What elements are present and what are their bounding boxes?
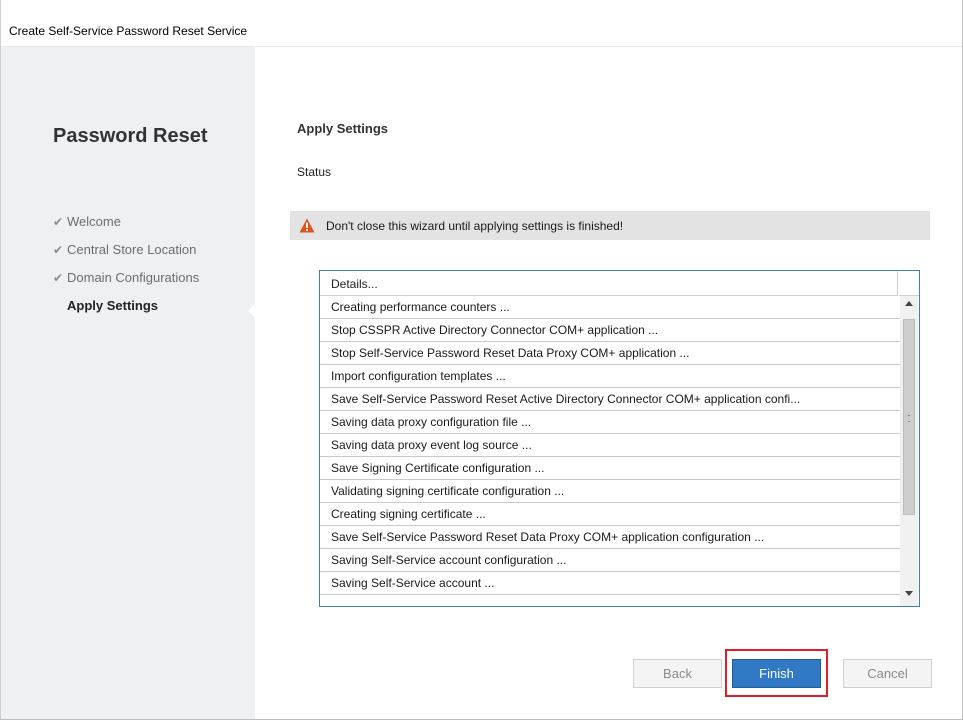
warning-banner: Don't close this wizard until applying s… <box>290 211 930 240</box>
details-header-label: Details... <box>331 277 378 291</box>
back-button[interactable]: Back <box>633 659 722 688</box>
step-label: Apply Settings <box>67 298 159 313</box>
list-item[interactable]: Validating signing certificate configura… <box>320 480 900 503</box>
checkmark-icon: ✔ <box>53 215 64 229</box>
finish-highlight-box <box>725 649 828 697</box>
list-item[interactable]: Saving Self-Service account ... <box>320 572 900 595</box>
details-list[interactable]: Details... Creating performance counters… <box>319 270 920 607</box>
list-item[interactable]: Creating performance counters ... <box>320 296 900 319</box>
title-bar: Create Self-Service Password Reset Servi… <box>1 0 962 47</box>
checkmark-icon: ✔ <box>53 243 64 257</box>
list-item[interactable]: Stop Self-Service Password Reset Data Pr… <box>320 342 900 365</box>
step-label: Domain Configurations <box>67 270 200 285</box>
sidebar-heading: Password Reset <box>53 125 208 147</box>
list-item[interactable]: Import configuration templates ... <box>320 365 900 388</box>
list-item[interactable]: Saving Self-Service account configuratio… <box>320 549 900 572</box>
vertical-scrollbar[interactable] <box>900 296 918 606</box>
list-item[interactable]: Saving data proxy configuration file ... <box>320 411 900 434</box>
scroll-up-arrow-icon[interactable] <box>905 301 913 306</box>
list-item[interactable]: Stop CSSPR Active Directory Connector CO… <box>320 319 900 342</box>
scrollbar-thumb[interactable] <box>903 319 915 515</box>
details-column-header[interactable]: Details... <box>320 271 898 296</box>
column-divider <box>897 271 898 295</box>
section-title: Apply Settings <box>297 121 389 136</box>
list-item[interactable]: Save Signing Certificate configuration .… <box>320 457 900 480</box>
step-domain-configurations: ✔ Domain Configurations <box>53 268 199 296</box>
step-list: ✔ Welcome ✔ Central Store Location ✔ Domain… <box>53 212 199 324</box>
list-item[interactable]: Save Self-Service Password Reset Data Pr… <box>320 526 900 549</box>
status-label: Status <box>297 165 332 179</box>
step-welcome: ✔ Welcome <box>53 212 199 240</box>
cancel-button[interactable]: Cancel <box>843 659 932 688</box>
checkmark-icon: ✔ <box>53 271 64 285</box>
details-rows: Creating performance counters ... Stop C… <box>320 296 900 595</box>
warning-triangle-icon <box>299 218 315 233</box>
step-central-store-location: ✔ Central Store Location <box>53 240 199 268</box>
step-label: Central Store Location <box>67 242 197 257</box>
list-item[interactable]: Saving data proxy event log source ... <box>320 434 900 457</box>
step-apply-settings: Apply Settings <box>53 296 199 324</box>
step-label: Welcome <box>67 214 121 229</box>
grip-icon <box>908 415 910 422</box>
list-item[interactable]: Save Self-Service Password Reset Active … <box>320 388 900 411</box>
warning-text: Don't close this wizard until applying s… <box>326 219 624 233</box>
scroll-down-arrow-icon[interactable] <box>905 591 913 596</box>
window-title: Create Self-Service Password Reset Servi… <box>9 24 248 38</box>
current-step-pointer <box>248 303 256 319</box>
header-filler <box>899 271 919 296</box>
list-item[interactable]: Creating signing certificate ... <box>320 503 900 526</box>
wizard-window: Create Self-Service Password Reset Servi… <box>0 0 963 720</box>
